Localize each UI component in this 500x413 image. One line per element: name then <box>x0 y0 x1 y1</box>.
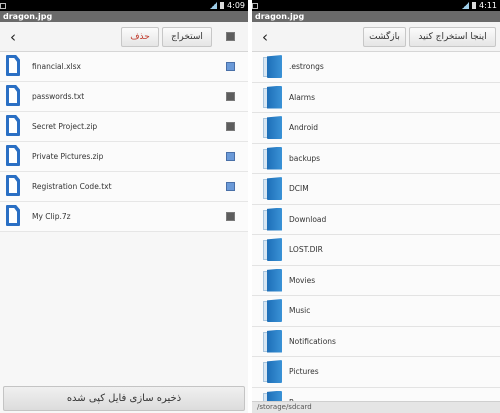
folder-row[interactable]: .estrongs <box>252 52 500 83</box>
folder-row[interactable]: Music <box>252 296 500 327</box>
toolbar: ‹ بازگشت اینجا استخراج کنید <box>252 22 500 52</box>
delete-button[interactable]: حذف <box>121 27 159 47</box>
go-back-button[interactable]: بازگشت <box>363 27 406 47</box>
file-checkbox[interactable] <box>226 122 235 131</box>
folder-icon <box>263 55 283 78</box>
folder-icon <box>263 360 283 383</box>
file-row[interactable]: passwords.txt <box>0 82 248 112</box>
notification-icon <box>252 2 258 9</box>
folder-name: DCIM <box>289 184 309 193</box>
signal-icon <box>462 2 470 9</box>
file-row[interactable]: financial.xlsx <box>0 52 248 82</box>
file-checkbox[interactable] <box>226 182 235 191</box>
file-name: financial.xlsx <box>32 62 81 71</box>
status-bar: 4:11 <box>252 0 500 11</box>
status-time: 4:09 <box>227 1 245 10</box>
folder-icon <box>263 207 283 231</box>
folder-name: Alarms <box>289 92 315 102</box>
file-icon <box>6 205 20 226</box>
file-icon <box>6 85 20 106</box>
folder-row[interactable]: DCIM <box>252 174 500 205</box>
folder-row[interactable]: Android <box>252 113 500 144</box>
file-name: Registration Code.txt <box>32 182 112 191</box>
folder-icon <box>263 299 283 322</box>
folder-name: .estrongs <box>289 62 324 71</box>
signal-icon <box>210 2 218 9</box>
folder-name: Notifications <box>289 336 336 346</box>
battery-icon <box>472 2 477 9</box>
folder-name: Music <box>289 306 311 315</box>
save-copied-file-button[interactable]: ذخیره سازی فایل کپی شده <box>3 386 245 411</box>
folder-name: LOST.DIR <box>289 245 323 254</box>
folder-row[interactable]: LOST.DIR <box>252 235 500 266</box>
folder-row[interactable]: Download <box>252 204 500 235</box>
folder-row[interactable]: Movies <box>252 265 500 296</box>
folder-name: backups <box>289 153 321 163</box>
folder-list: .estrongs Alarms Android backups DCIM Downloa… <box>252 52 500 413</box>
folder-row[interactable]: Pictures <box>252 357 500 388</box>
folder-name: Movies <box>289 275 316 285</box>
folder-icon <box>263 85 283 109</box>
file-name: passwords.txt <box>32 92 85 101</box>
status-time: 4:11 <box>479 1 497 10</box>
file-name: Secret Project.zip <box>32 122 98 131</box>
file-checkbox[interactable] <box>226 152 235 161</box>
extract-here-button[interactable]: اینجا استخراج کنید <box>409 27 496 47</box>
screenshot-root: 4:09 dragon.jpg ‹ حذف استخراج financial.… <box>0 0 500 413</box>
file-row[interactable]: Private Pictures.zip <box>0 142 248 172</box>
folder-row[interactable]: backups <box>252 143 500 174</box>
folder-name: Android <box>289 123 318 132</box>
folder-icon <box>263 329 283 353</box>
back-chevron-icon[interactable]: ‹ <box>258 28 272 46</box>
status-bar: 4:09 <box>0 0 248 11</box>
file-checkbox[interactable] <box>226 92 235 101</box>
folder-icon <box>263 238 283 261</box>
file-checkbox[interactable] <box>226 62 235 71</box>
window-title: dragon.jpg <box>252 11 500 22</box>
file-row[interactable]: My Clip.7z <box>0 202 248 232</box>
extract-button[interactable]: استخراج <box>162 27 212 47</box>
folder-icon <box>263 146 283 170</box>
file-icon <box>6 55 20 76</box>
folder-row[interactable]: Notifications <box>252 326 500 357</box>
battery-icon <box>220 2 225 9</box>
file-icon <box>6 145 20 166</box>
notification-icon <box>0 2 6 9</box>
right-screen: 4:11 dragon.jpg ‹ بازگشت اینجا استخراج ک… <box>252 0 500 413</box>
file-row[interactable]: Registration Code.txt <box>0 172 248 202</box>
toolbar: ‹ حذف استخراج <box>0 22 248 52</box>
window-title: dragon.jpg <box>0 11 248 22</box>
current-path: /storage/sdcard <box>252 401 500 413</box>
folder-name: Download <box>289 214 327 224</box>
left-screen: 4:09 dragon.jpg ‹ حذف استخراج financial.… <box>0 0 248 413</box>
select-all-checkbox[interactable] <box>226 32 235 41</box>
folder-name: Pictures <box>289 367 319 376</box>
back-chevron-icon[interactable]: ‹ <box>6 28 20 46</box>
folder-icon <box>263 116 283 139</box>
file-name: Private Pictures.zip <box>32 152 104 161</box>
file-row[interactable]: Secret Project.zip <box>0 112 248 142</box>
folder-row[interactable]: Alarms <box>252 82 500 113</box>
file-icon <box>6 175 20 196</box>
file-checkbox[interactable] <box>226 212 235 221</box>
folder-icon <box>263 177 283 200</box>
file-name: My Clip.7z <box>32 212 71 221</box>
file-icon <box>6 115 20 136</box>
folder-icon <box>263 268 283 292</box>
file-list: financial.xlsx passwords.txt Secret Projec… <box>0 52 248 232</box>
